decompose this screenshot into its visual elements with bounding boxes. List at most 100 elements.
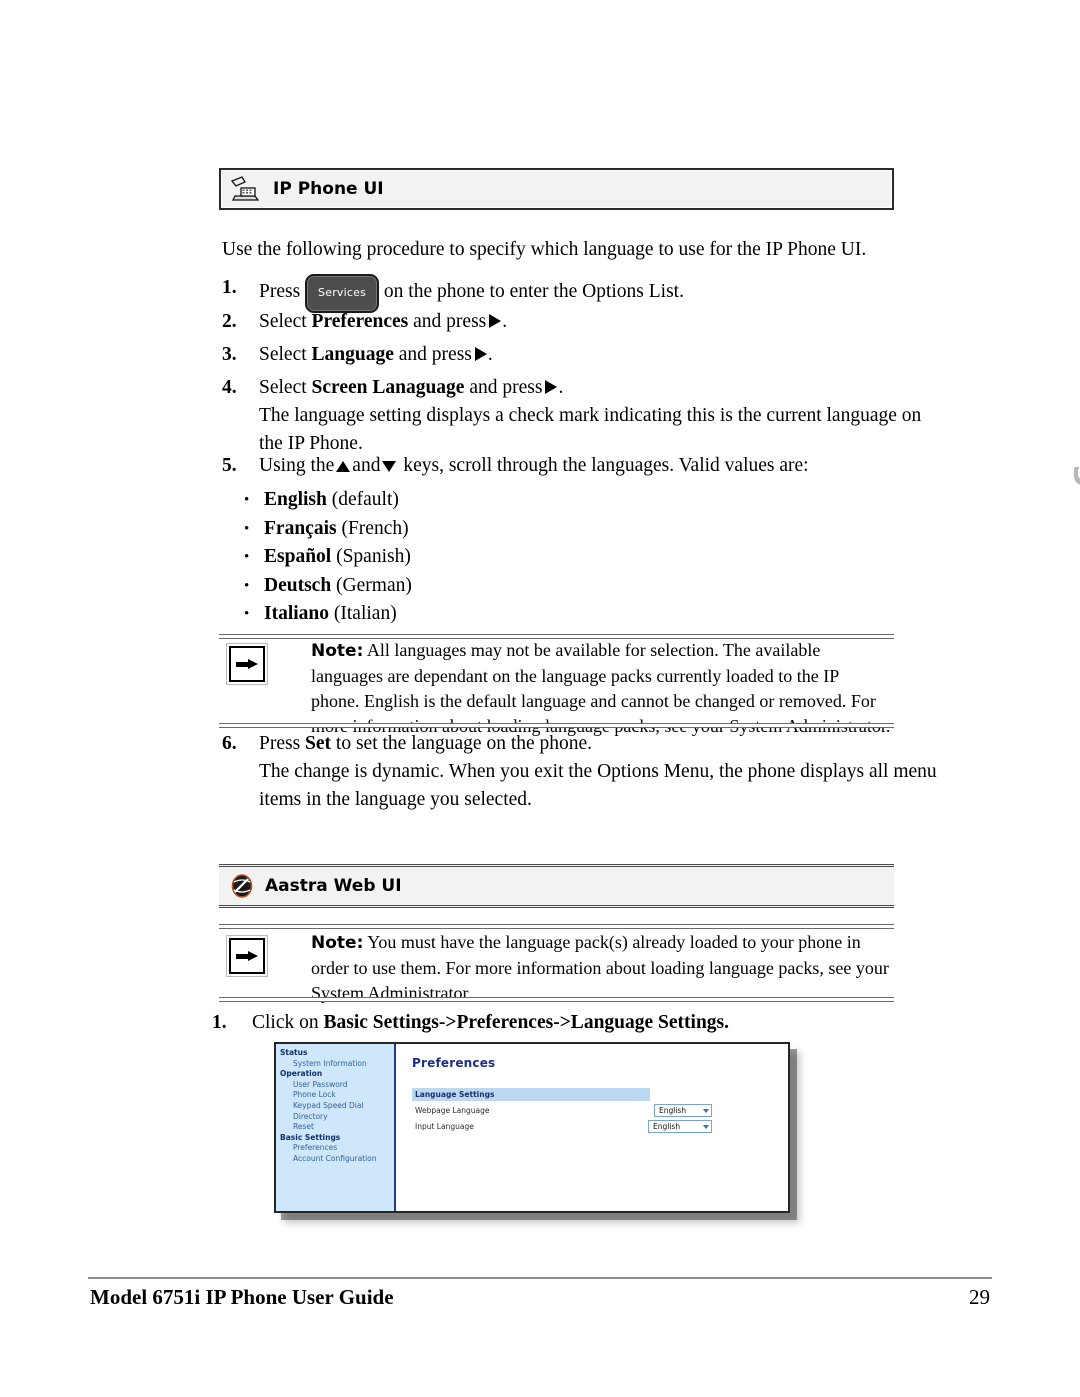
sidebar-item-directory[interactable]: Directory (280, 1112, 391, 1123)
step-3-target: Language (311, 344, 394, 365)
footer-title: Model 6751i IP Phone User Guide (90, 1285, 394, 1309)
bullet-icon: • (244, 520, 250, 537)
ip-phone-ui-banner-label: IP Phone UI (273, 179, 384, 199)
language-name: Italiano (264, 603, 330, 624)
step-4-post: . (558, 377, 564, 398)
webpage-language-label: Webpage Language (415, 1106, 490, 1115)
sidebar-group-status: Status (280, 1048, 308, 1057)
running-head: Customizing Your Phone (1072, 240, 1080, 731)
aastra-web-ui-banner: Aastra Web UI (219, 864, 894, 908)
bullet-icon: • (244, 549, 250, 565)
bullet-icon: • (244, 577, 250, 594)
step-2-mid: and press (413, 311, 487, 332)
step-2-number: 2. (222, 311, 237, 332)
page-number: 29 (969, 1285, 990, 1309)
web-ui-step-1: 1. Click on Basic Settings->Preferences-… (212, 1009, 912, 1037)
webui-nav-panel: Status System Information Operation User… (276, 1044, 396, 1211)
note-rule (219, 997, 894, 1002)
note-arrow-icon (229, 938, 265, 974)
list-item: • Italiano (Italian) (222, 600, 742, 629)
note-box-language-pack: Note: You must have the language pack(s)… (219, 924, 894, 1003)
language-settings-section-bar: Language Settings (412, 1088, 650, 1101)
web-ui-step-1-number: 1. (212, 1012, 227, 1033)
step-2-pre: Select (259, 311, 307, 332)
step-1-pre: Press (259, 281, 301, 302)
step-4-target: Screen Lanaguage (311, 377, 465, 398)
input-language-value: English (653, 1122, 681, 1131)
step-3-mid: and press (398, 344, 472, 365)
step-1-number: 1. (222, 277, 237, 298)
webpage-language-row: Webpage Language English (412, 1104, 712, 1117)
sidebar-item-user-password[interactable]: User Password (280, 1080, 391, 1091)
step-4-detail: The language setting displays a check ma… (259, 405, 922, 454)
sidebar-item-keypad-speed-dial[interactable]: Keypad Speed Dial (280, 1101, 391, 1112)
list-item: • Español (Spanish) (222, 543, 742, 572)
chevron-down-icon (703, 1124, 709, 1129)
step-4-mid: and press (469, 377, 543, 398)
step-3-post: . (487, 344, 493, 365)
webui-content-panel: Preferences Language Settings Webpage La… (396, 1044, 788, 1211)
right-arrow-icon (545, 380, 558, 394)
note-text: Note: You must have the language pack(s)… (311, 930, 891, 1006)
webpage-language-select[interactable]: English (654, 1104, 712, 1117)
step-3-pre: Select (259, 344, 307, 365)
step-4: 4. Select Screen Lanaguage and press. Th… (222, 374, 922, 458)
language-native: (French) (341, 517, 409, 539)
web-ui-step-1-pre: Click on (252, 1012, 319, 1033)
list-item: • Français (French) (222, 515, 742, 544)
language-native: (default) (331, 489, 399, 510)
step-6-number: 6. (222, 733, 237, 754)
ip-phone-ui-intro: Use the following procedure to specify w… (222, 239, 867, 260)
note-box-languages: Note: All languages may not be available… (219, 634, 894, 736)
language-name: Deutsch (264, 574, 332, 596)
up-arrow-icon (336, 461, 351, 472)
list-item: • Deutsch (German) (222, 572, 742, 601)
note-label: Note: (311, 933, 364, 953)
step-5-number: 5. (222, 455, 237, 476)
sidebar-item-account-configuration[interactable]: Account Configuration (280, 1154, 391, 1165)
step-5-pre: Using the (259, 455, 335, 476)
bullet-icon: • (244, 606, 250, 622)
step-5-post: keys, scroll through the languages. Vali… (403, 455, 809, 476)
right-arrow-icon (489, 314, 502, 328)
ip-phone-ui-banner: IP Phone UI (219, 168, 894, 210)
desk-phone-icon (229, 175, 263, 203)
step-2: 2. Select Preferences and press. (222, 308, 922, 336)
step-6-post: to set the language on the phone. (335, 733, 593, 754)
language-name: Français (264, 517, 337, 539)
step-4-number: 4. (222, 377, 237, 398)
language-name: English (264, 489, 327, 510)
step-5-mid: and (352, 455, 381, 476)
note-arrow-icon (229, 646, 265, 682)
aastra-web-ui-banner-label: Aastra Web UI (265, 876, 402, 896)
note-rule (219, 924, 894, 929)
step-6-target: Set (305, 733, 332, 754)
step-6-detail: The change is dynamic. When you exit the… (259, 761, 937, 810)
step-2-target: Preferences (311, 311, 409, 332)
step-6: 6. Press Set to set the language on the … (222, 730, 982, 814)
right-arrow-icon (474, 347, 487, 361)
input-language-label: Input Language (415, 1122, 474, 1131)
sidebar-item-preferences[interactable]: Preferences (280, 1143, 391, 1154)
step-1-post: on the phone to enter the Options List. (383, 281, 684, 302)
sidebar-item-phone-lock[interactable]: Phone Lock (280, 1090, 391, 1101)
input-language-row: Input Language English (412, 1120, 712, 1133)
aastra-web-ui-screenshot: Status System Information Operation User… (274, 1042, 790, 1213)
sidebar-item-system-information[interactable]: System Information (280, 1059, 391, 1070)
step-3: 3. Select Language and press. (222, 341, 922, 369)
bullet-icon: • (244, 492, 250, 508)
note-rule (219, 723, 894, 728)
note-body: All languages may not be available for s… (311, 640, 890, 736)
list-item: • English (default) (222, 486, 742, 515)
step-3-number: 3. (222, 344, 237, 365)
web-ui-step-1-path: Basic Settings->Preferences->Language Se… (323, 1012, 730, 1033)
language-native: (German) (336, 574, 412, 596)
input-language-select[interactable]: English (648, 1120, 712, 1133)
note-body: You must have the language pack(s) alrea… (311, 932, 889, 1003)
sidebar-item-reset[interactable]: Reset (280, 1122, 391, 1133)
language-native: (Spanish) (336, 546, 411, 567)
document-page: Customizing Your Phone IP Phone UI Use t… (0, 0, 1080, 1397)
language-name: Español (264, 546, 332, 567)
step-4-pre: Select (259, 377, 307, 398)
footer-divider (88, 1277, 992, 1279)
